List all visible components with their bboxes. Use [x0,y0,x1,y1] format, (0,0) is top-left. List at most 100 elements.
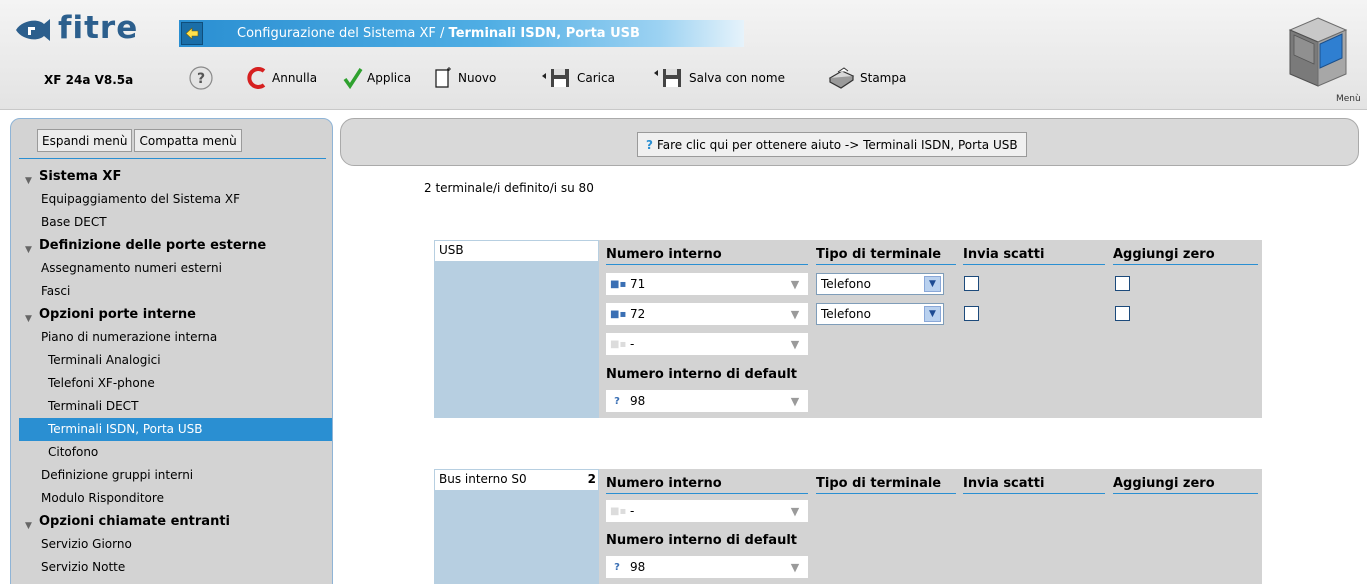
back-button[interactable] [181,22,203,45]
isdn-terminal-icon: ■▪ [610,308,627,320]
sidebar-item-servizio-giorno[interactable]: Servizio Giorno [11,533,332,556]
dropdown-arrow-icon[interactable]: ▼ [782,303,808,325]
dropdown-arrow-icon[interactable]: ▼ [782,390,808,412]
sidebar-section-chiamate-entranti[interactable]: ▼ Opzioni chiamate entranti [11,510,332,533]
undo-icon [247,67,266,89]
usb-zero-checkbox-1[interactable] [1115,276,1130,291]
bus-ext-select-1[interactable]: ■▪ - ▼ [606,500,808,522]
sidebar-section-label: Definizione delle porte esterne [39,238,267,253]
save-as-label: Salva con nome [689,71,785,85]
usb-type-value-2: Telefono [821,307,871,321]
sidebar-divider [19,158,326,159]
sidebar-item-citofono[interactable]: Citofono [11,441,332,464]
sidebar-item-servizio-notte[interactable]: Servizio Notte [11,556,332,579]
sidebar-item-modulo-risponditore[interactable]: Modulo Risponditore [11,487,332,510]
page-title: Configurazione del Sistema XF / Terminal… [237,26,640,41]
usb-charge-checkbox-2[interactable] [964,306,979,321]
isdn-terminal-icon: ■▪ [610,505,627,517]
help-question-icon: ? [646,137,653,152]
sidebar-item-terminali-analogici[interactable]: Terminali Analogici [11,349,332,372]
version-label: XF 24a V8.5a [44,73,134,87]
usb-type-value-1: Telefono [821,277,871,291]
usb-charge-checkbox-1[interactable] [964,276,979,291]
sidebar-item-telefoni-xf-phone[interactable]: Telefoni XF-phone [11,372,332,395]
col-numero-interno: Numero interno [606,476,808,494]
print-label: Stampa [860,71,907,85]
undo-label: Annulla [272,71,318,85]
sidebar-section-label: Sistema XF [39,169,122,184]
new-document-icon [435,67,451,88]
col-tipo-terminale: Tipo di terminale [816,247,956,265]
sidebar-section-sistema-xf[interactable]: ▼ Sistema XF [11,165,332,188]
sidebar-section-porte-esterne[interactable]: ▼ Definizione delle porte esterne [11,234,332,257]
load-label: Carica [577,71,615,85]
checkmark-icon [343,68,363,89]
help-link-button[interactable]: ? Fare clic qui per ottenere aiuto -> Te… [637,132,1027,157]
col-aggiungi-zero: Aggiungi zero [1113,247,1258,265]
select-arrow-icon: ▼ [924,306,941,322]
expand-menu-button[interactable]: Espandi menù [37,129,133,152]
bus-name-field[interactable]: Bus interno S0 2 [434,469,599,491]
col-invia-scatti: Invia scatti [963,476,1105,494]
col-invia-scatti: Invia scatti [963,247,1105,265]
dropdown-arrow-icon[interactable]: ▼ [782,333,808,355]
question-icon: ? [189,66,213,90]
help-button[interactable]: ? [188,64,214,92]
title-prefix: Configurazione del Sistema XF / [237,26,449,41]
usb-type-select-2[interactable]: Telefono ▼ [816,303,944,325]
usb-ext-select-1[interactable]: ■▪ 71 ▼ [606,273,808,295]
select-arrow-icon: ▼ [924,276,941,292]
sidebar-item-piano-numerazione[interactable]: Piano di numerazione interna [11,326,332,349]
save-as-button[interactable]: Salva con nome [653,64,785,92]
isdn-terminal-icon: ■▪ [610,338,627,350]
sidebar-item-base-dect[interactable]: Base DECT [11,211,332,234]
usb-ext-value-1: 71 [630,277,646,291]
print-button[interactable]: Stampa [826,64,906,92]
apply-label: Applica [367,71,412,85]
usb-ext-select-3[interactable]: ■▪ - ▼ [606,333,808,355]
sidebar-item-terminali-isdn[interactable]: Terminali ISDN, Porta USB [19,418,332,441]
usb-default-value: 98 [630,394,646,408]
printer-icon [828,67,855,89]
sidebar-section-label: Opzioni porte interne [39,307,196,322]
bus-name-value: Bus interno S0 [439,472,527,486]
sidebar: Espandi menù Compatta menù ▼ Sistema XF E… [10,118,333,584]
load-floppy-icon [542,69,569,87]
bus-default-select[interactable]: ? 98 ▼ [606,556,808,578]
usb-ext-value-2: 72 [630,307,646,321]
sidebar-item-numeri-esterni[interactable]: Assegnamento numeri esterni [11,257,332,280]
arrow-left-icon [185,27,199,40]
dropdown-arrow-icon[interactable]: ▼ [782,556,808,578]
sidebar-buttons: Espandi menù Compatta menù [37,129,242,152]
sidebar-item-fasci[interactable]: Fasci [11,280,332,303]
sidebar-menu: ▼ Sistema XF Equipaggiamento del Sistema … [11,165,332,579]
usb-default-heading: Numero interno di default [606,367,797,382]
load-button[interactable]: Carica [541,64,615,92]
usb-default-select[interactable]: ? 98 ▼ [606,390,808,412]
dropdown-arrow-icon[interactable]: ▼ [782,273,808,295]
question-small-icon: ? [614,561,620,573]
dropdown-arrow-icon[interactable]: ▼ [782,500,808,522]
usb-type-select-1[interactable]: Telefono ▼ [816,273,944,295]
new-button[interactable]: Nuovo [432,64,496,92]
title-page: Terminali ISDN, Porta USB [448,26,640,41]
question-small-icon: ? [614,395,620,407]
usb-ext-select-2[interactable]: ■▪ 72 ▼ [606,303,808,325]
apply-button[interactable]: Applica [343,64,411,92]
usb-name-field[interactable]: USB [434,240,599,262]
sidebar-item-terminali-dect[interactable]: Terminali DECT [11,395,332,418]
col-numero-interno: Numero interno [606,247,808,265]
sidebar-item-gruppi-interni[interactable]: Definizione gruppi interni [11,464,332,487]
sidebar-item-equipaggiamento[interactable]: Equipaggiamento del Sistema XF [11,188,332,211]
col-tipo-terminale: Tipo di terminale [816,476,956,494]
col-aggiungi-zero: Aggiungi zero [1113,476,1258,494]
bus-default-heading: Numero interno di default [606,533,797,548]
bus-number: 2 [587,472,596,486]
undo-button[interactable]: Annulla [244,64,317,92]
terminal-count: 2 terminale/i definito/i su 80 [424,181,594,195]
menu-cube-icon[interactable] [1284,14,1352,98]
collapse-menu-button[interactable]: Compatta menù [134,129,242,152]
help-text: Fare clic qui per ottenere aiuto -> Term… [656,137,1018,152]
usb-zero-checkbox-2[interactable] [1115,306,1130,321]
sidebar-section-porte-interne[interactable]: ▼ Opzioni porte interne [11,303,332,326]
